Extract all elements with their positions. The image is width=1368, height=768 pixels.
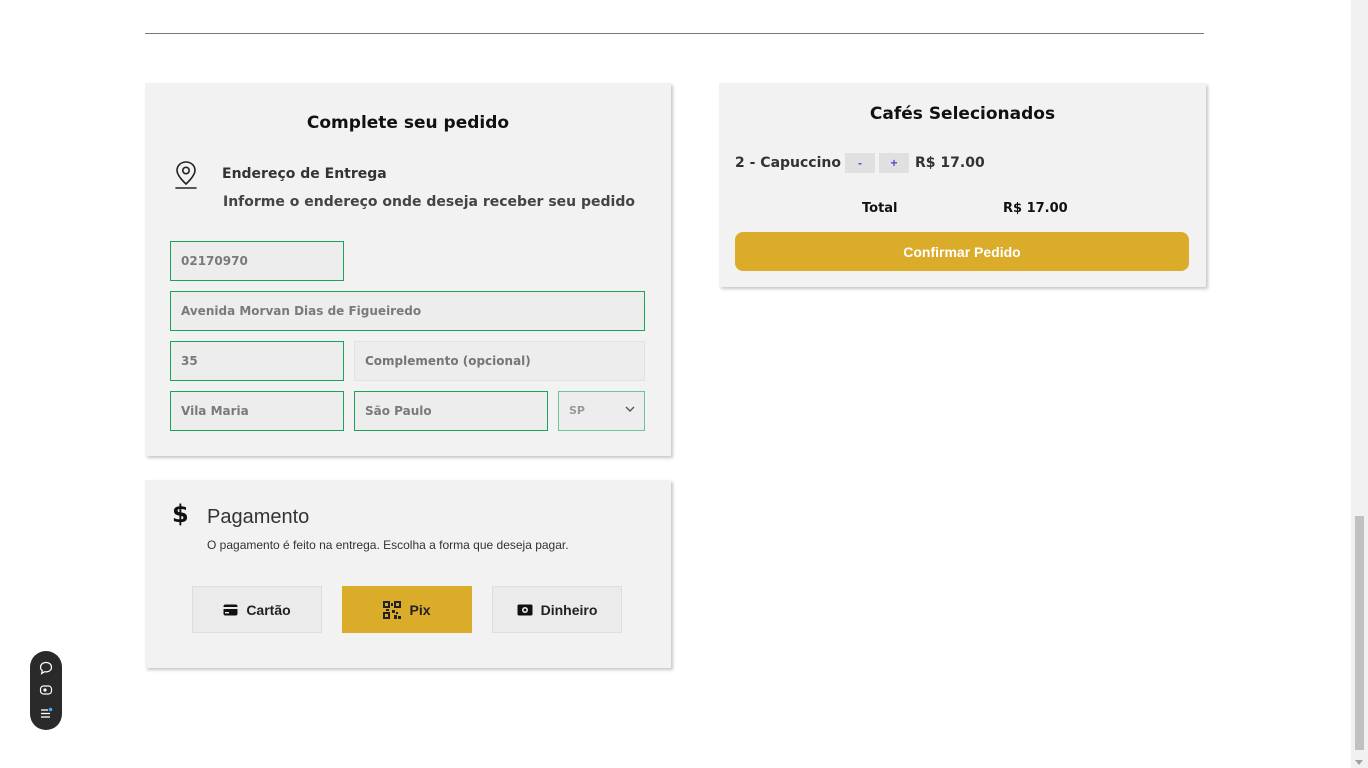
city-input[interactable] <box>354 391 548 431</box>
complement-input[interactable] <box>354 341 645 381</box>
payment-option-card[interactable]: Cartão <box>192 586 322 633</box>
chat-icon[interactable] <box>38 660 54 676</box>
payment-option-pix[interactable]: Pix <box>342 586 472 633</box>
section-divider <box>145 33 1204 34</box>
cart-item-price: R$ 17.00 <box>915 155 985 171</box>
qr-code-icon <box>383 600 402 619</box>
address-heading: Endereço de Entrega <box>222 166 387 182</box>
cart-item-label: 2 - Capuccino <box>735 155 841 171</box>
payment-heading: Pagamento <box>207 506 310 528</box>
payment-option-pix-label: Pix <box>409 601 431 618</box>
order-form-title: Complete seu pedido <box>306 113 510 133</box>
eye-icon[interactable] <box>38 682 54 698</box>
address-subtitle: Informe o endereço onde deseja receber s… <box>223 194 635 210</box>
credit-card-icon <box>223 604 238 615</box>
total-label: Total <box>862 201 898 216</box>
payment-option-cash-label: Dinheiro <box>540 601 598 618</box>
scroll-down-arrow-icon[interactable] <box>1355 760 1363 765</box>
floating-toolbar <box>30 651 62 730</box>
location-pin-icon <box>175 161 197 189</box>
payment-option-card-label: Cartão <box>246 601 291 618</box>
chevron-down-icon <box>625 406 635 412</box>
cart-panel: Cafés Selecionados 2 - Capuccino - + R$ … <box>719 83 1206 287</box>
order-form-panel: Complete seu pedido Endereço de Entrega … <box>145 83 671 456</box>
cash-icon <box>517 604 533 615</box>
neighborhood-input[interactable] <box>170 391 344 431</box>
increment-button[interactable]: + <box>879 153 909 173</box>
page-scrollbar[interactable] <box>1351 0 1368 768</box>
confirm-order-button[interactable]: Confirmar Pedido <box>735 232 1189 271</box>
street-input[interactable] <box>170 291 645 331</box>
cart-title: Cafés Selecionados <box>869 104 1056 124</box>
payment-panel: $ Pagamento O pagamento é feito na entre… <box>145 480 671 668</box>
checkout-page: Complete seu pedido Endereço de Entrega … <box>0 0 1368 768</box>
list-settings-icon[interactable] <box>38 705 54 721</box>
payment-subtitle: O pagamento é feito na entrega. Escolha … <box>207 538 569 552</box>
cart-item: 2 - Capuccino - + R$ 17.00 <box>735 153 985 173</box>
state-select-value: SP <box>569 404 585 417</box>
decrement-button[interactable]: - <box>845 153 875 173</box>
cep-input[interactable] <box>170 241 344 281</box>
scrollbar-thumb[interactable] <box>1355 516 1364 750</box>
state-select[interactable]: SP <box>558 391 645 431</box>
total-value: R$ 17.00 <box>1003 201 1068 216</box>
number-input[interactable] <box>170 341 344 381</box>
dollar-icon: $ <box>172 500 189 528</box>
payment-option-cash[interactable]: Dinheiro <box>492 586 622 633</box>
